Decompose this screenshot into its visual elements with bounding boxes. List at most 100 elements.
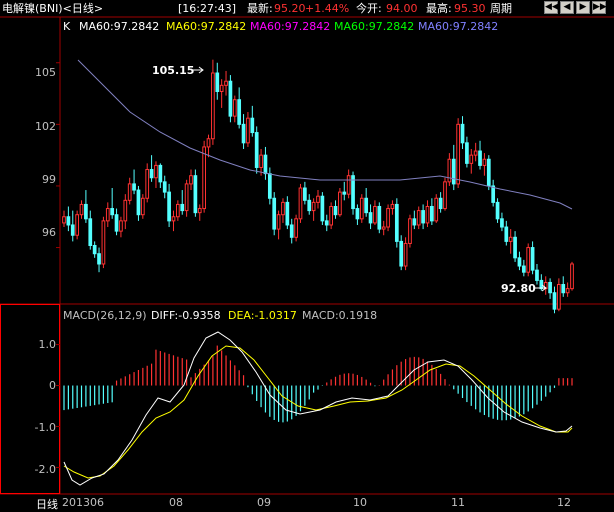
candle-body [158, 164, 163, 183]
candle-body [565, 288, 570, 294]
candle-body [123, 199, 128, 222]
candle-body [62, 216, 66, 224]
chart-canvas[interactable] [0, 0, 614, 511]
candle-body [298, 187, 303, 220]
candle-body [97, 253, 101, 265]
candle-body [307, 199, 312, 212]
candle-body [342, 191, 347, 195]
candle-body [351, 175, 355, 210]
candle-body [500, 218, 504, 228]
candle-body [241, 123, 246, 144]
candle-body [167, 191, 171, 222]
candle-body [548, 281, 552, 294]
candle-body [491, 185, 496, 203]
candle-body [267, 173, 272, 199]
candle-body [394, 203, 399, 242]
candle-body [285, 201, 290, 226]
candle-body [338, 191, 342, 216]
candle-body [184, 183, 189, 212]
dea-line [63, 345, 573, 479]
candle-body [539, 279, 544, 290]
candle-body [377, 205, 382, 230]
candle-body [386, 208, 390, 228]
candle-body [276, 214, 281, 230]
candle-body [311, 201, 316, 212]
candle-body [176, 203, 180, 218]
candle-body [473, 150, 478, 156]
candle-body [526, 247, 531, 273]
candle-body [132, 183, 136, 191]
candle-body [259, 154, 263, 168]
candle-body [66, 216, 71, 226]
candle-body [211, 72, 215, 140]
candle-body [456, 123, 460, 185]
candle-body [206, 138, 211, 148]
candle-body [451, 158, 456, 185]
candle-body [110, 208, 115, 216]
candle-body [486, 158, 491, 187]
candle-body [171, 216, 176, 222]
candle-body [561, 284, 566, 294]
candle-body [425, 205, 430, 224]
candle-body [105, 208, 110, 222]
candle-body [316, 195, 320, 203]
candle-body [101, 220, 106, 265]
candle-body [136, 189, 141, 216]
candle-body [416, 210, 421, 226]
macd-axis-box [0, 304, 60, 494]
candle-body [465, 142, 469, 164]
candle-body [114, 214, 119, 232]
candle-body [368, 212, 373, 224]
candle-body [281, 201, 285, 216]
candle-body [193, 175, 198, 214]
candle-body [355, 208, 360, 220]
candle-body [478, 150, 482, 166]
candle-body [303, 187, 307, 201]
candle-body [197, 208, 202, 214]
candle-body [232, 99, 237, 117]
candle-body [381, 226, 386, 230]
candle-body [530, 247, 535, 271]
candle-body [504, 226, 509, 242]
candle-body [127, 183, 132, 201]
ma60-line [77, 59, 573, 210]
candle-body [149, 169, 154, 179]
candle-body [289, 224, 294, 238]
candle-body [535, 269, 539, 281]
candle-body [250, 117, 255, 134]
candle-body [92, 245, 97, 255]
candle-body [434, 197, 439, 222]
candle-body [517, 257, 522, 267]
candle-body [333, 205, 338, 216]
candle-body [254, 132, 259, 168]
diff-line [63, 331, 573, 486]
candle-body [373, 205, 377, 224]
candle-body [224, 80, 228, 86]
candle-body [399, 240, 404, 267]
candle-body [202, 146, 206, 210]
candle-body [154, 164, 158, 179]
candle-body [320, 195, 325, 222]
candle-body [272, 197, 277, 230]
candle-body [219, 84, 224, 92]
candle-body [443, 181, 447, 210]
candle-body [180, 203, 185, 212]
candle-body [88, 218, 93, 247]
candle-body [324, 220, 329, 226]
candle-body [408, 218, 412, 244]
candle-body [215, 72, 220, 92]
candle-body [189, 175, 193, 185]
candle-body [294, 218, 298, 238]
candle-body [390, 203, 395, 210]
candle-body [557, 284, 561, 310]
candle-body [145, 169, 150, 199]
candle-body [460, 123, 465, 144]
candle-body [521, 265, 526, 273]
candle-body [403, 242, 408, 267]
candle-body [364, 197, 369, 214]
candle-body [228, 80, 233, 117]
candle-body [430, 205, 434, 222]
candle-body [79, 203, 84, 216]
candle-body [346, 175, 351, 195]
candle-body [162, 181, 167, 193]
